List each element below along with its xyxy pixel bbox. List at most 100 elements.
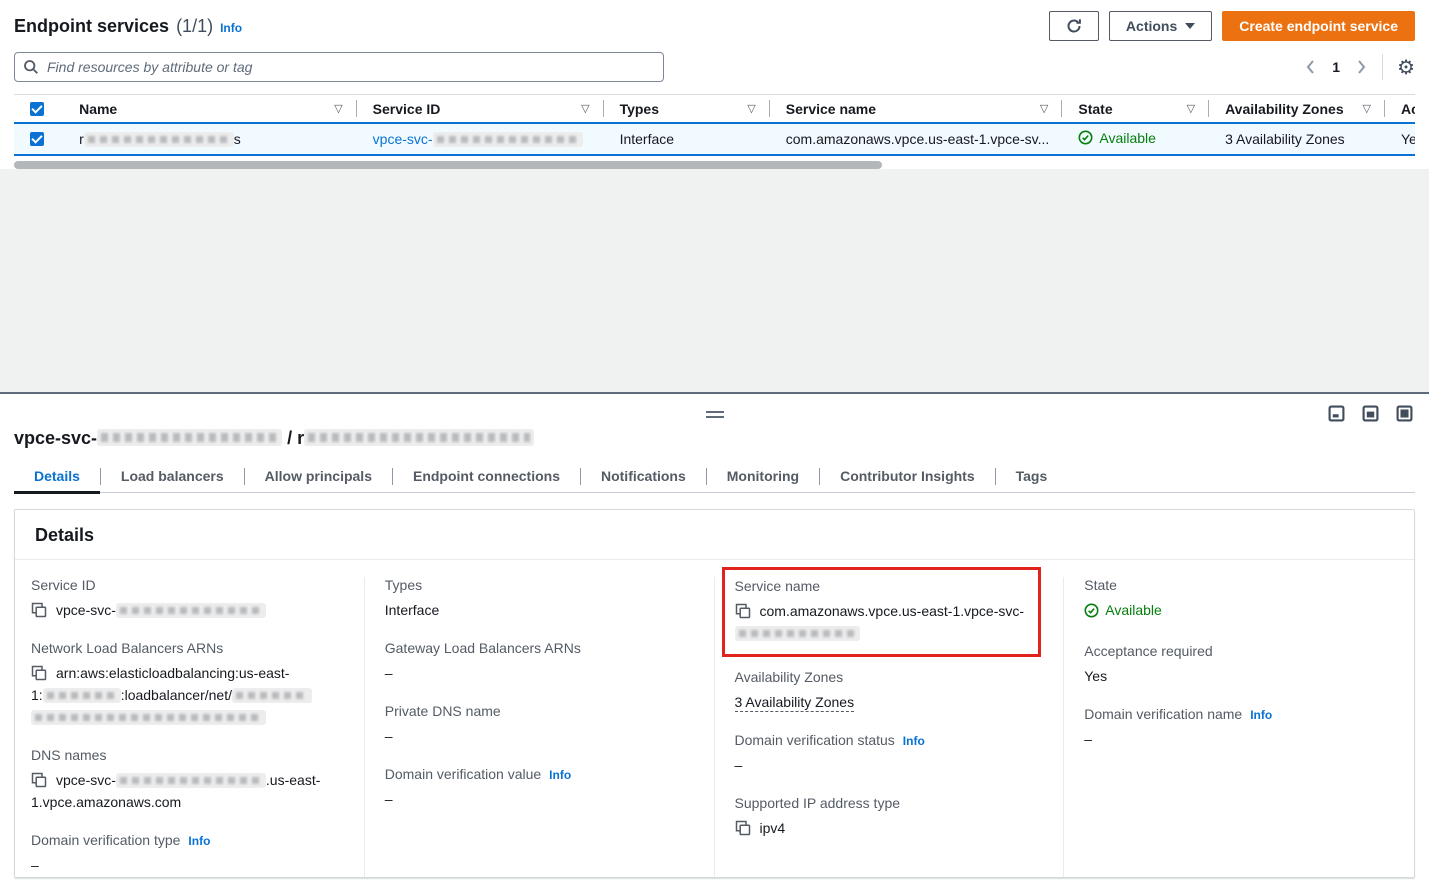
info-link[interactable]: Info xyxy=(903,734,925,748)
panel-size-large-icon[interactable] xyxy=(1396,405,1413,422)
column-header-availability-zones[interactable]: Availability Zones▽ xyxy=(1209,95,1385,122)
resources-panel: Endpoint services (1/1) Info Actions Cre… xyxy=(0,0,1429,169)
redacted-text xyxy=(232,688,312,703)
redacted-text xyxy=(116,773,266,788)
pagination: 1 ⚙ xyxy=(1304,54,1415,80)
supported-ip-value: ipv4 xyxy=(735,817,1048,839)
types-label: Types xyxy=(385,577,698,593)
search-icon xyxy=(23,59,39,75)
actions-label: Actions xyxy=(1126,18,1177,34)
column-header-acceptance[interactable]: Acceptance required xyxy=(1385,95,1415,122)
horizontal-scrollbar xyxy=(14,161,1415,169)
availability-zones-link[interactable]: 3 Availability Zones xyxy=(735,694,855,712)
column-header-types[interactable]: Types▽ xyxy=(604,95,770,122)
split-panel-drag-handle[interactable] xyxy=(706,408,724,421)
tab-endpoint-connections[interactable]: Endpoint connections xyxy=(393,461,580,493)
domain-verification-type-value: – xyxy=(31,854,348,876)
column-header-service-id[interactable]: Service ID▽ xyxy=(357,95,604,122)
tab-contributor-insights[interactable]: Contributor Insights xyxy=(820,461,995,493)
table-row[interactable]: rs vpce-svc- Interface com.amazonaws.vpc… xyxy=(14,122,1415,156)
page-header: Endpoint services (1/1) Info Actions Cre… xyxy=(14,10,1415,42)
sort-icon[interactable]: ▽ xyxy=(1179,102,1195,115)
title-info-link[interactable]: Info xyxy=(220,21,242,35)
domain-verification-value-value: – xyxy=(385,788,698,810)
toolbar-divider xyxy=(1382,54,1383,80)
service-name-highlight-box: Service name com.amazonaws.vpce.us-east-… xyxy=(722,567,1042,657)
details-column-2: Types Interface Gateway Load Balancers A… xyxy=(365,577,715,878)
tab-allow-principals[interactable]: Allow principals xyxy=(245,461,392,493)
copy-icon[interactable] xyxy=(31,772,47,788)
sort-icon[interactable]: ▽ xyxy=(1032,102,1048,115)
details-card: Details Service ID vpce-svc- Network Loa… xyxy=(14,509,1415,878)
redacted-text xyxy=(97,429,282,446)
table-toolbar: 1 ⚙ xyxy=(14,52,1415,82)
select-all-checkbox[interactable] xyxy=(30,102,44,116)
scrollbar-thumb[interactable] xyxy=(14,161,882,169)
split-panel-title: vpce-svc- / r xyxy=(14,428,1415,449)
dns-names-label: DNS names xyxy=(31,747,348,763)
copy-icon[interactable] xyxy=(31,665,47,681)
next-page-button[interactable] xyxy=(1354,59,1368,75)
redacted-text xyxy=(116,603,266,618)
sort-icon[interactable]: ▽ xyxy=(1355,102,1371,115)
dns-names-value: vpce-svc-.us-east-1.vpce.amazonaws.com xyxy=(31,769,348,813)
preferences-gear-icon[interactable]: ⚙ xyxy=(1397,57,1415,77)
redacted-text xyxy=(735,626,860,641)
service-name-value: com.amazonaws.vpce.us-east-1.vpce-svc- xyxy=(735,600,1033,644)
tab-monitoring[interactable]: Monitoring xyxy=(707,461,819,493)
chevron-down-icon xyxy=(1185,23,1195,29)
cell-types: Interface xyxy=(604,131,770,147)
column-header-name[interactable]: Name▽ xyxy=(63,95,357,122)
info-link[interactable]: Info xyxy=(549,768,571,782)
refresh-button[interactable] xyxy=(1049,11,1099,41)
service-name-label: Service name xyxy=(735,578,1033,594)
state-label: State xyxy=(1084,577,1398,593)
actions-button[interactable]: Actions xyxy=(1109,11,1212,41)
details-card-heading: Details xyxy=(15,510,1414,560)
domain-verification-status-label: Domain verification status xyxy=(735,732,895,748)
content-background xyxy=(0,169,1429,392)
copy-icon[interactable] xyxy=(735,603,751,619)
info-link[interactable]: Info xyxy=(188,834,210,848)
info-link[interactable]: Info xyxy=(1250,708,1272,722)
supported-ip-label: Supported IP address type xyxy=(735,795,1048,811)
panel-size-small-icon[interactable] xyxy=(1328,405,1345,422)
tab-load-balancers[interactable]: Load balancers xyxy=(101,461,244,493)
details-column-4: State Available Acceptance required Yes … xyxy=(1064,577,1414,878)
redacted-text xyxy=(43,688,121,703)
nlb-arns-value: arn:aws:elasticloadbalancing:us-east-1::… xyxy=(31,662,348,728)
redacted-text xyxy=(31,710,266,725)
tab-bar: Details Load balancers Allow principals … xyxy=(14,461,1415,493)
panel-size-medium-icon[interactable] xyxy=(1362,405,1379,422)
redacted-text xyxy=(433,132,583,147)
column-header-service-name[interactable]: Service name▽ xyxy=(770,95,1063,122)
nlb-arns-label: Network Load Balancers ARNs xyxy=(31,640,348,656)
row-checkbox[interactable] xyxy=(30,132,44,146)
redacted-text xyxy=(84,132,234,147)
availability-zones-link[interactable]: 3 Availability Zones xyxy=(1225,131,1345,147)
domain-verification-name-value: – xyxy=(1084,728,1398,750)
status-badge: Available xyxy=(1078,130,1156,146)
details-column-1: Service ID vpce-svc- Network Load Balanc… xyxy=(15,577,365,878)
column-header-state[interactable]: State▽ xyxy=(1062,95,1209,122)
check-circle-icon xyxy=(1084,603,1099,618)
service-id-label: Service ID xyxy=(31,577,348,593)
create-endpoint-service-button[interactable]: Create endpoint service xyxy=(1222,11,1415,41)
tab-details[interactable]: Details xyxy=(14,461,100,493)
cell-service-name: com.amazonaws.vpce.us-east-1.vpce-sv... xyxy=(770,131,1063,147)
page-number[interactable]: 1 xyxy=(1332,59,1340,75)
private-dns-name-value: – xyxy=(385,725,698,747)
sort-icon[interactable]: ▽ xyxy=(326,102,342,115)
domain-verification-status-value: – xyxy=(735,754,1048,776)
split-panel-size-controls xyxy=(1328,405,1413,422)
copy-icon[interactable] xyxy=(735,820,751,836)
service-id-link[interactable]: vpce-svc- xyxy=(373,131,583,147)
search-input[interactable] xyxy=(14,52,664,82)
tab-notifications[interactable]: Notifications xyxy=(581,461,706,493)
table-header-row: Name▽ Service ID▽ Types▽ Service name▽ S… xyxy=(14,94,1415,122)
sort-icon[interactable]: ▽ xyxy=(739,102,755,115)
tab-tags[interactable]: Tags xyxy=(996,461,1068,493)
previous-page-button[interactable] xyxy=(1304,59,1318,75)
copy-icon[interactable] xyxy=(31,602,47,618)
sort-icon[interactable]: ▽ xyxy=(573,102,589,115)
